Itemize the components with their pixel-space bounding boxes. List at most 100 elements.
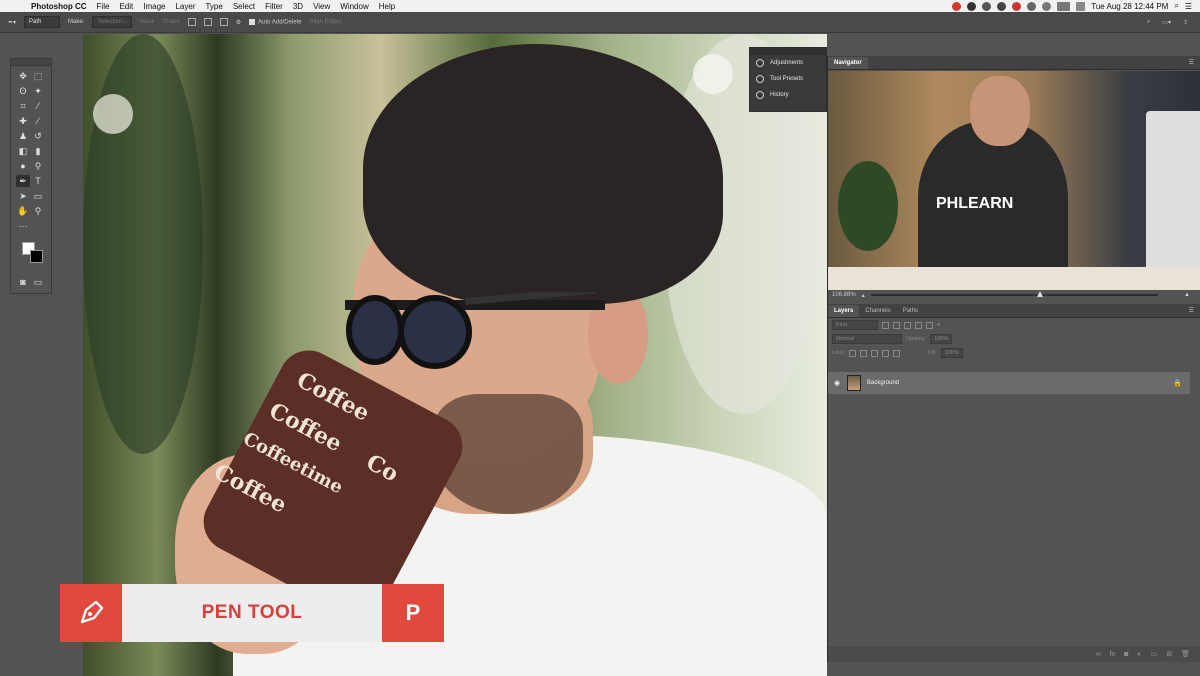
adobe-cc-icon[interactable]: [1012, 1, 1022, 11]
pen-mode-select[interactable]: Path: [24, 16, 61, 28]
make-selection-button[interactable]: Selection...: [92, 16, 133, 28]
layer-row-background[interactable]: ◉ Background 🔒: [828, 372, 1190, 394]
document-canvas[interactable]: Coffee Coffee Coffeetime Coffee Co: [83, 34, 827, 676]
gear-icon[interactable]: ⚙: [236, 19, 241, 26]
workspace-icon[interactable]: ▭▾: [1162, 19, 1171, 26]
blur-tool-icon[interactable]: ●: [16, 160, 30, 172]
menu-photoshop[interactable]: Photoshop CC: [26, 2, 92, 11]
record-icon[interactable]: [952, 1, 962, 11]
menu-type[interactable]: Type: [200, 2, 227, 11]
visibility-eye-icon[interactable]: ◉: [833, 379, 841, 387]
add-mask-icon[interactable]: ◙: [1124, 651, 1128, 658]
navigator-zoom-slider[interactable]: [870, 291, 1159, 297]
gradient-tool-icon[interactable]: ▮: [31, 145, 45, 157]
menu-file[interactable]: File: [92, 2, 115, 11]
battery-icon[interactable]: [1057, 1, 1071, 11]
quick-mask-icon[interactable]: ◙: [16, 276, 30, 288]
filter-smart-object-icon[interactable]: [926, 321, 933, 329]
wifi-icon[interactable]: [1042, 1, 1052, 11]
lock-position-icon[interactable]: [871, 349, 879, 357]
display-icon[interactable]: [1027, 1, 1037, 11]
menu-select[interactable]: Select: [228, 2, 260, 11]
rectangle-tool-icon[interactable]: ▭: [31, 190, 45, 202]
link-layers-icon[interactable]: ∞: [1096, 651, 1101, 658]
zoom-tool-icon[interactable]: ⚲: [31, 205, 45, 217]
zoom-in-icon[interactable]: ▲: [1184, 292, 1190, 298]
spotlight-icon[interactable]: ⌕: [1174, 1, 1178, 11]
path-operations-icon[interactable]: [187, 18, 196, 26]
history-brush-tool-icon[interactable]: ↺: [31, 130, 45, 142]
screen-mode-icon[interactable]: ▭: [31, 276, 45, 288]
menu-view[interactable]: View: [308, 2, 335, 11]
history-panel-button[interactable]: History: [750, 87, 826, 103]
layer-name[interactable]: Background: [867, 380, 899, 386]
filter-shape-icon[interactable]: [915, 321, 922, 329]
pen-tool-preset-icon[interactable]: ✒▾: [8, 19, 16, 26]
type-tool-icon[interactable]: T: [31, 175, 45, 187]
magic-wand-tool-icon[interactable]: ✦: [31, 85, 45, 97]
layers-menu-icon[interactable]: ☰: [1183, 307, 1200, 317]
zoom-slider-handle[interactable]: [1037, 291, 1044, 297]
path-alignment-icon[interactable]: [203, 18, 212, 26]
blend-mode-select[interactable]: Normal: [832, 334, 902, 344]
navigator-menu-icon[interactable]: ☰: [1183, 59, 1200, 69]
eye-status-icon[interactable]: [982, 1, 992, 11]
crop-tool-icon[interactable]: ⌗: [16, 100, 30, 112]
filter-toggle-icon[interactable]: ●: [937, 322, 940, 328]
share-icon[interactable]: ⇪: [1183, 19, 1188, 26]
tab-layers[interactable]: Layers: [828, 305, 860, 317]
eyedropper-tool-icon[interactable]: ⁄: [31, 100, 45, 112]
pen-tool-icon[interactable]: ✒: [16, 175, 30, 187]
filter-pixel-icon[interactable]: [882, 321, 889, 329]
opacity-field[interactable]: 100%: [930, 334, 953, 344]
lock-icon[interactable]: 🔒: [1173, 379, 1182, 387]
lock-all-icon[interactable]: [893, 349, 901, 357]
filter-type-icon[interactable]: [904, 321, 911, 329]
tools-panel-header[interactable]: [11, 59, 51, 66]
marquee-tool-icon[interactable]: ⬚: [31, 70, 45, 82]
tab-paths[interactable]: Paths: [897, 305, 924, 317]
eraser-tool-icon[interactable]: ◧: [16, 145, 30, 157]
app-status-icon[interactable]: [967, 1, 977, 11]
navigator-zoom-value[interactable]: 106.88%: [832, 292, 856, 298]
lock-artboard-icon[interactable]: [882, 349, 890, 357]
path-selection-tool-icon[interactable]: ➤: [16, 190, 30, 202]
background-color-swatch[interactable]: [30, 250, 43, 263]
align-edges-checkbox[interactable]: Align Edges: [310, 19, 342, 25]
layer-style-icon[interactable]: fx: [1110, 651, 1115, 658]
menu-image[interactable]: Image: [138, 2, 170, 11]
lasso-tool-icon[interactable]: ʘ: [16, 85, 30, 97]
new-group-icon[interactable]: ▭: [1151, 650, 1158, 658]
trash-icon[interactable]: 🗑: [1181, 650, 1190, 658]
hand-tool-icon[interactable]: ✋: [16, 205, 30, 217]
tool-presets-panel-button[interactable]: Tool Presets: [750, 71, 826, 87]
navigator-preview[interactable]: PHLEARN: [828, 71, 1200, 290]
menu-edit[interactable]: Edit: [114, 2, 138, 11]
menu-3d[interactable]: 3D: [288, 2, 308, 11]
dodge-tool-icon[interactable]: ⚲: [31, 160, 45, 172]
healing-brush-tool-icon[interactable]: ✚: [16, 115, 30, 127]
zoom-out-icon[interactable]: ▴: [862, 292, 865, 299]
brush-tool-icon[interactable]: ∕: [31, 115, 45, 127]
edit-toolbar-icon[interactable]: ···: [16, 220, 30, 232]
clock[interactable]: Tue Aug 28 12:44 PM: [1091, 2, 1168, 11]
fill-field[interactable]: 100%: [940, 348, 963, 358]
adjustments-panel-button[interactable]: Adjustments: [750, 55, 826, 71]
cloud-icon[interactable]: [997, 1, 1007, 11]
tab-navigator[interactable]: Navigator: [828, 57, 868, 69]
collapsed-panels-header[interactable]: [750, 48, 826, 55]
search-icon[interactable]: ⌕: [1147, 19, 1150, 26]
menu-window[interactable]: Window: [335, 2, 373, 11]
flag-icon[interactable]: [1076, 1, 1086, 11]
notification-icon[interactable]: ☰: [1185, 2, 1192, 11]
lock-image-icon[interactable]: [860, 349, 868, 357]
new-adjustment-icon[interactable]: ◐: [1137, 651, 1141, 658]
move-tool-icon[interactable]: ✥: [16, 70, 30, 82]
clone-stamp-tool-icon[interactable]: ♟: [16, 130, 30, 142]
auto-add-delete-checkbox[interactable]: Auto Add/Delete: [249, 18, 302, 25]
path-arrangement-icon[interactable]: [219, 18, 228, 26]
menu-help[interactable]: Help: [374, 2, 400, 11]
tab-channels[interactable]: Channels: [859, 305, 896, 317]
make-mask-button[interactable]: Mask: [140, 19, 154, 25]
lock-transparent-icon[interactable]: [849, 349, 857, 357]
